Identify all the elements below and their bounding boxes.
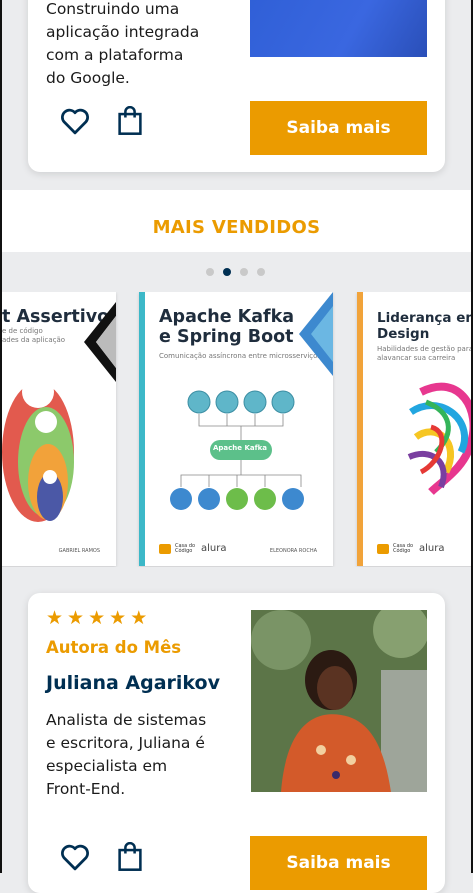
publisher-logos: Casa do Código alura [377, 543, 444, 554]
book-cover-center[interactable]: Apache Kafka e Spring Boot Comunicação a… [139, 292, 333, 566]
book-author: ELEONORA ROCHA [269, 548, 317, 554]
book-author: GABRIEL RAMOS [58, 548, 100, 554]
kafka-diagram [170, 390, 304, 510]
casa-do-codigo-logo [377, 543, 389, 554]
publisher-name: Casa do Código [393, 542, 414, 554]
shopping-bag-icon[interactable] [113, 840, 147, 874]
saiba-mais-button[interactable]: Saiba mais [250, 836, 427, 890]
diagram-label: Apache Kafka [212, 444, 268, 452]
shopping-bag-icon[interactable] [113, 104, 147, 138]
star-icon: ★ [88, 607, 106, 629]
author-label: Autora do Mês [46, 638, 182, 657]
carousel-dot[interactable] [240, 268, 248, 276]
star-icon: ★ [130, 607, 148, 629]
book-spine [139, 292, 145, 566]
section-title: MAIS VENDIDOS [152, 217, 321, 238]
cover-chevron-icon [299, 292, 333, 376]
star-icon: ★ [46, 607, 64, 629]
book-subtitle: Habilidades de gestão para alavancar sua… [377, 345, 471, 362]
product-description: Construindo uma aplicação integrada com … [46, 0, 200, 87]
publisher-alura: alura [201, 543, 227, 554]
publisher-logos: Casa do Código alura [159, 543, 226, 554]
book-carousel[interactable]: t Assertivo e de código ades da aplicaçã… [2, 292, 471, 567]
carousel-dot[interactable] [257, 268, 265, 276]
author-description: Analista de sistemas e escritora, Julian… [46, 711, 207, 798]
colorful-head-illustration [407, 382, 471, 495]
product-card: Construindo uma aplicação integrada com … [28, 0, 445, 172]
author-of-month-card: ★ ★ ★ ★ ★ Autora do Mês Juliana Agarikov… [28, 593, 445, 893]
star-icon: ★ [109, 607, 127, 629]
heart-icon[interactable] [58, 104, 92, 138]
book-cover-left[interactable]: t Assertivo e de código ades da aplicaçã… [2, 292, 116, 566]
book-title: Apache Kafka e Spring Boot [159, 307, 295, 347]
author-photo [251, 610, 427, 792]
matryoshka-illustration [2, 376, 74, 522]
star-icon: ★ [67, 607, 85, 629]
saiba-mais-button[interactable]: Saiba mais [250, 101, 427, 155]
book-cover-right[interactable]: Liderança em Design Habilidades de gestã… [357, 292, 471, 566]
rating-stars: ★ ★ ★ ★ ★ [46, 609, 147, 628]
publisher-alura: alura [419, 543, 445, 554]
book-cover-image[interactable] [250, 0, 427, 57]
casa-do-codigo-logo [159, 543, 171, 554]
book-title: Liderança em Design [377, 310, 471, 342]
book-spine [357, 292, 363, 566]
publisher-name: Casa do Código [175, 542, 196, 554]
carousel-dot-active[interactable] [223, 268, 231, 276]
author-name: Juliana Agarikov [46, 672, 220, 694]
carousel-pagination [206, 268, 265, 276]
carousel-dot[interactable] [206, 268, 214, 276]
heart-icon[interactable] [58, 840, 92, 874]
book-subtitle: e de código ades da aplicação [2, 327, 66, 344]
